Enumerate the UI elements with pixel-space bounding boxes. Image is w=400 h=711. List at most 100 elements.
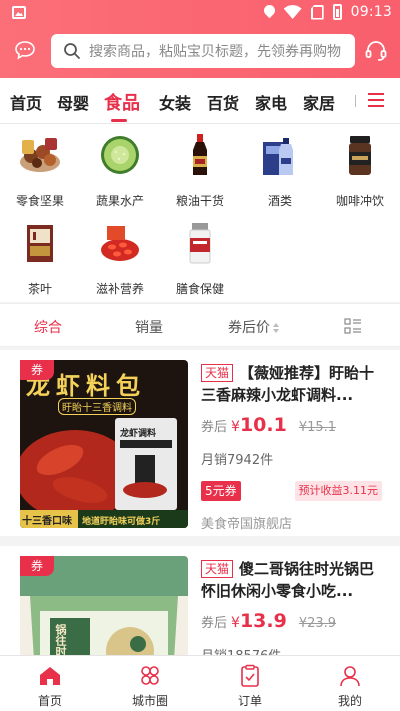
supplement-bottle-icon <box>189 223 211 264</box>
active-tab-indicator <box>111 119 127 122</box>
subcategory-grid: 零食坚果 蔬果水产 粮油干货 酒类 咖啡冲饮 茶叶 滋补营养 膳食保健 <box>0 124 400 302</box>
location-icon <box>264 5 275 20</box>
tab-home-furnishing[interactable]: 家居 <box>303 90 335 114</box>
subcategory-label: 零食坚果 <box>15 194 64 208</box>
nav-label: 城市圈 <box>131 694 168 708</box>
nuts-snack-icon <box>20 138 60 172</box>
category-menu-icon[interactable] <box>368 93 384 107</box>
original-price: ¥23.9 <box>298 616 337 631</box>
cucumber-icon <box>101 136 139 174</box>
product-image-title: 锅往时光 <box>54 624 67 655</box>
profile-icon <box>340 666 360 687</box>
price-label: 券后 <box>201 420 228 435</box>
category-tabs: 首页 母婴 食品 女装 百货 家电 家居 <box>0 78 400 124</box>
subcategory-coffee-drinks[interactable]: 咖啡冲饮 <box>320 132 400 209</box>
sort-comprehensive[interactable]: 综合 <box>34 317 62 337</box>
product-image-pack-label: 龙虾调料 <box>120 429 157 439</box>
tab-maternity[interactable]: 母婴 <box>57 90 89 114</box>
order-icon <box>241 664 259 687</box>
product-image[interactable]: 龙虾料包 盱眙十三香调料 龙虾调料 十三香口味 地道盱眙味可做3斤 <box>20 360 188 528</box>
coupon-price: 10.1 <box>239 414 287 436</box>
sort-arrows-icon <box>273 323 279 333</box>
city-circle-icon <box>141 666 159 685</box>
nav-orders[interactable]: 订单 <box>210 664 290 709</box>
search-icon <box>64 43 80 59</box>
subcategory-label: 膳食保健 <box>175 282 224 296</box>
layout-toggle-icon[interactable] <box>344 318 362 334</box>
tab-home[interactable]: 首页 <box>10 90 42 114</box>
monthly-sales: 月销18576件 <box>201 645 281 655</box>
product-title[interactable]: 天猫 傻二哥锅往时光锅巴怀旧休闲小零食小吃... <box>201 558 381 602</box>
tab-womens-clothing[interactable]: 女装 <box>159 90 191 114</box>
currency-symbol: ¥ <box>231 419 240 435</box>
price-label: 券后 <box>201 616 228 631</box>
tea-box-icon <box>27 225 53 262</box>
subcategory-produce-seafood[interactable]: 蔬果水产 <box>80 132 160 209</box>
product-title[interactable]: 天猫 【薇娅推荐】盱眙十三香麻辣小龙虾调料... <box>201 362 381 406</box>
subcategory-dietary-health[interactable]: 膳食保健 <box>160 220 240 297</box>
goji-berry-icon <box>101 226 139 261</box>
subcategory-label: 滋补营养 <box>95 282 144 296</box>
sort-bar: 综合 销量 券后价 <box>0 303 400 347</box>
subcategory-grain-oil[interactable]: 粮油干货 <box>160 132 240 209</box>
status-bar: 09:13 <box>0 0 400 26</box>
tab-general-goods[interactable]: 百货 <box>207 90 239 114</box>
liquor-bottle-icon <box>263 138 293 175</box>
tab-food[interactable]: 食品 <box>104 89 140 115</box>
price-row: 券后 ¥13.9 ¥23.9 <box>201 610 336 632</box>
product-card[interactable]: 龙虾料包 盱眙十三香调料 龙虾调料 十三香口味 地道盱眙味可做3斤 券 天猫 【薇… <box>0 350 400 536</box>
sort-price-after-coupon[interactable]: 券后价 <box>228 317 279 337</box>
subcategory-label: 茶叶 <box>27 282 52 296</box>
subcategory-label: 蔬果水产 <box>95 194 144 208</box>
search-input[interactable]: 搜索商品，粘贴宝贝标题，先领券再购物 <box>89 41 344 61</box>
subcategory-liquor[interactable]: 酒类 <box>240 132 320 209</box>
subcategory-tea[interactable]: 茶叶 <box>0 220 80 297</box>
tab-appliances[interactable]: 家电 <box>255 90 287 114</box>
currency-symbol: ¥ <box>231 615 240 631</box>
battery-icon <box>332 4 342 20</box>
gallery-notification-icon <box>12 6 26 19</box>
soy-sauce-bottle-icon <box>193 134 207 175</box>
nav-city-circle[interactable]: 城市圈 <box>110 664 190 709</box>
product-image-flavor: 十三香口味 <box>22 516 72 527</box>
original-price: ¥15.1 <box>298 420 337 435</box>
coupon-corner-tag: 券 <box>20 360 54 380</box>
header: 09:13 搜索商品，粘贴宝贝标题，先领券再购物 <box>0 0 400 78</box>
subcategory-label: 酒类 <box>267 194 292 208</box>
product-list: 龙虾料包 盱眙十三香调料 龙虾调料 十三香口味 地道盱眙味可做3斤 券 天猫 【薇… <box>0 350 400 655</box>
product-image-slogan: 地道盱眙味可做3斤 <box>82 517 161 527</box>
price-row: 券后 ¥10.1 ¥15.1 <box>201 414 336 436</box>
status-clock: 09:13 <box>350 4 392 20</box>
estimated-earnings-badge: 预计收益3.11元 <box>294 481 382 501</box>
customer-service-icon[interactable] <box>364 39 388 63</box>
coupon-price: 13.9 <box>239 610 287 632</box>
subcategory-label: 粮油干货 <box>175 194 224 208</box>
nav-profile[interactable]: 我的 <box>310 664 390 709</box>
nav-home[interactable]: 首页 <box>10 664 90 709</box>
nav-label: 我的 <box>337 694 362 708</box>
nav-label: 订单 <box>237 694 262 708</box>
product-card[interactable]: 锅往时光 券 天猫 傻二哥锅往时光锅巴怀旧休闲小零食小吃... 券后 ¥13.9 ¥2… <box>0 546 400 655</box>
shop-name[interactable]: 美食帝国旗舰店 <box>201 513 292 532</box>
subcategory-snacks-nuts[interactable]: 零食坚果 <box>0 132 80 209</box>
subcategory-nutrition[interactable]: 滋补营养 <box>80 220 160 297</box>
monthly-sales: 月销7942件 <box>201 453 274 468</box>
nav-label: 首页 <box>37 694 62 708</box>
sort-sales[interactable]: 销量 <box>135 317 163 337</box>
coffee-jar-icon <box>349 136 371 175</box>
app-root: 09:13 搜索商品，粘贴宝贝标题，先领券再购物 首页 母婴 食品 女装 百货 … <box>0 0 400 711</box>
tmall-badge: 天猫 <box>201 560 234 578</box>
product-image-subtitle: 盱眙十三香调料 <box>58 398 136 415</box>
bottom-nav: 首页 城市圈 订单 我的 <box>0 655 400 711</box>
subcategory-label: 咖啡冲饮 <box>335 194 384 208</box>
coupon-badge[interactable]: 5元券 <box>201 481 241 501</box>
wifi-icon <box>283 5 302 19</box>
message-icon[interactable] <box>14 40 36 60</box>
search-box[interactable]: 搜索商品，粘贴宝贝标题，先领券再购物 <box>51 34 355 68</box>
tab-divider <box>355 95 356 107</box>
home-icon <box>40 667 60 685</box>
sim-card-icon <box>310 4 324 20</box>
tmall-badge: 天猫 <box>201 364 234 382</box>
coupon-corner-tag: 券 <box>20 556 54 576</box>
sort-label: 券后价 <box>228 320 270 336</box>
